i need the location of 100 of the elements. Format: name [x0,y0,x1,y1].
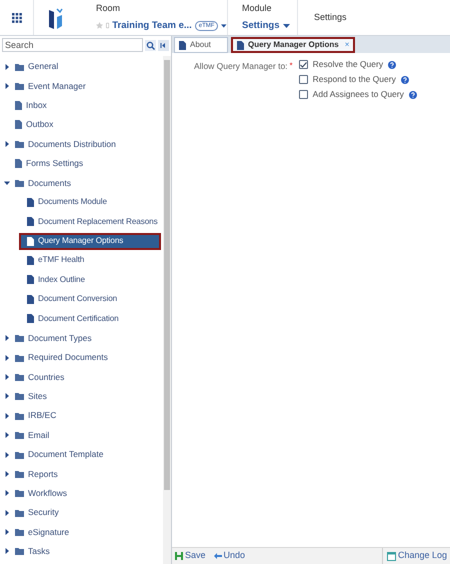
save-button[interactable]: Save [175,549,206,563]
folder-icon [15,508,24,517]
folder-icon [15,489,24,498]
tree-item[interactable]: Event Manager [14,80,87,92]
tree-item[interactable]: Forms Settings [14,157,84,170]
expand-arrow-icon[interactable] [4,141,10,148]
document-icon [27,294,34,304]
logo-icon [48,6,64,30]
save-icon [175,552,183,560]
expand-arrow-icon[interactable] [4,510,10,516]
tree-item[interactable]: Documents Module [19,194,109,211]
collapse-icon[interactable] [158,40,169,50]
back-arrow-icon [214,553,222,559]
required-mark: * [290,60,293,72]
tree-item[interactable]: Document Types [14,332,93,345]
tree-item[interactable]: Outbox [14,118,54,132]
folder-icon [15,412,24,420]
caret-icon[interactable] [221,24,227,28]
checkbox-label: Respond to the Query [312,73,396,86]
tab[interactable]: Query Manager Options × [231,37,356,53]
help-icon[interactable] [388,60,396,68]
breadcrumb-text: Settings [314,10,347,24]
tree-item[interactable]: eSignature [14,526,70,538]
checkbox-label: Resolve the Query [312,58,384,71]
expand-arrow-icon[interactable] [4,354,10,361]
tree-item[interactable]: Required Documents [14,351,109,364]
folder-icon [15,431,24,440]
expand-arrow-icon[interactable] [4,412,10,419]
tree-item[interactable]: Sites [14,390,48,403]
tree-item[interactable]: Security [14,506,60,520]
document-icon [15,120,22,130]
tree-item[interactable]: Documents Distribution [14,138,117,151]
tree-item[interactable]: Document Replacement Reasons [19,213,160,230]
folder-icon [15,392,24,400]
scrollbar[interactable] [163,56,171,564]
tree-item[interactable]: Reports [14,468,59,480]
collapse-arrow-icon[interactable] [4,180,10,186]
tree-item[interactable]: Workflows [14,486,68,500]
help-icon[interactable] [400,76,409,84]
document-icon [27,236,34,246]
room-label: Room [96,2,122,16]
field-label: Allow Query Manager to: [194,60,288,73]
expand-arrow-icon[interactable] [4,432,10,438]
checkbox[interactable] [298,90,308,99]
tree-item[interactable]: Document Conversion [19,290,120,308]
document-icon [179,40,186,50]
folder-icon [15,372,24,381]
phone-icon [106,22,110,30]
expand-arrow-icon[interactable] [4,374,10,380]
folder-icon [15,334,24,342]
folder-icon [15,140,24,148]
document-icon [27,314,34,324]
document-icon [237,40,244,50]
tree-item[interactable]: Tasks [14,545,51,558]
expand-arrow-icon[interactable] [4,470,10,477]
tree-item[interactable]: Index Outline [19,271,87,288]
room-name[interactable]: Training Team e... [112,18,192,33]
folder-icon [15,470,24,478]
apps-grid-icon[interactable] [12,12,22,22]
expand-arrow-icon[interactable] [4,452,10,458]
tree-item[interactable]: Document Certification [19,310,121,328]
document-icon [27,198,34,207]
tree-item[interactable]: General [14,60,60,74]
expand-arrow-icon[interactable] [4,490,10,496]
module-name[interactable]: Settings [242,18,280,33]
tab[interactable]: About [174,37,228,53]
tree-item[interactable]: Document Template [14,448,104,461]
expand-arrow-icon[interactable] [4,64,10,70]
search-icon[interactable] [145,40,156,50]
tree-item[interactable]: eTMF Health [19,252,86,270]
folder-icon [15,179,24,188]
star-icon[interactable] [96,21,104,30]
document-icon [15,100,22,110]
change-log-button[interactable]: Change Log [382,548,447,564]
checkbox[interactable] [298,75,308,84]
expand-arrow-icon[interactable] [4,393,10,400]
expand-arrow-icon[interactable] [4,335,10,342]
folder-icon [15,354,24,362]
tree-item[interactable]: IRB/EC [14,409,58,422]
tree-item[interactable]: Email [14,428,50,442]
folder-icon [15,528,24,536]
expand-arrow-icon[interactable] [4,548,10,554]
tree-item[interactable]: Query Manager Options [19,232,161,250]
help-icon[interactable] [408,90,417,98]
undo-button[interactable]: Undo [214,549,246,563]
tree-item[interactable]: Countries [14,370,66,384]
search-field[interactable]: Search [2,38,143,52]
expand-arrow-icon[interactable] [4,529,10,536]
folder-icon [15,547,24,556]
module-label: Module [242,2,273,16]
folder-icon [15,62,24,71]
folder-icon [15,450,24,458]
checkbox[interactable] [298,60,308,69]
tree-item[interactable]: Inbox [14,99,48,112]
window-icon [386,552,396,560]
caret-icon[interactable] [283,24,290,28]
document-icon [27,217,34,226]
document-icon [15,159,22,168]
expand-arrow-icon[interactable] [4,83,10,90]
tree-item[interactable]: Documents [14,176,72,190]
